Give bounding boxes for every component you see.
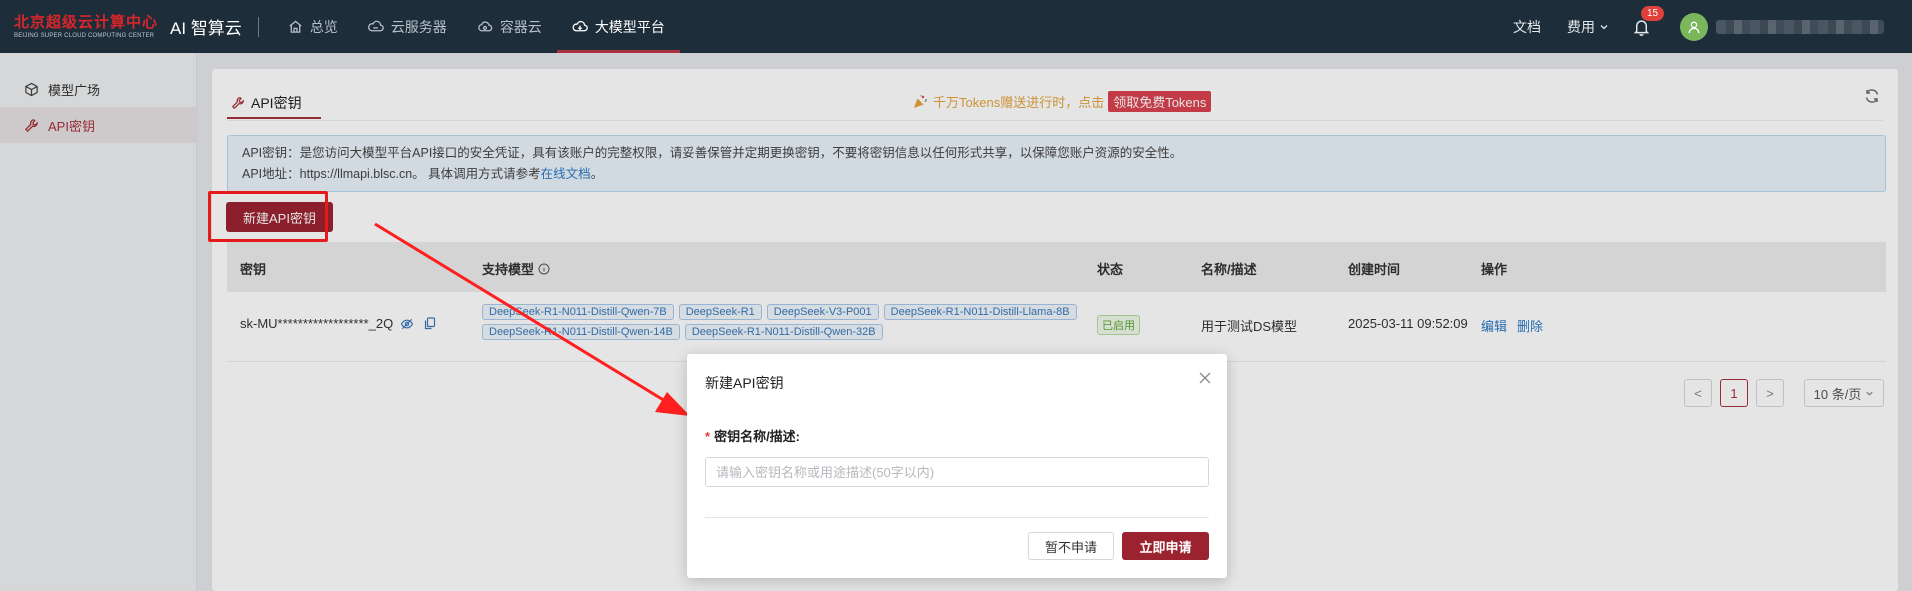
model-tag: DeepSeek-R1-N011-Distill-Qwen-14B [482,324,680,340]
nav-item-llm-platform[interactable]: 大模型平台 [556,0,680,53]
key-cell: sk-MU******************_2Q [240,316,436,331]
tab-api-keys[interactable]: API密钥 [227,89,321,119]
notice-api-address: API地址：https://llmapi.blsc.cn。 具体调用方式请参考 [242,167,541,181]
prev-page-button[interactable]: < [1684,379,1712,407]
nav-item-cloud-server[interactable]: 云服务器 [353,0,462,53]
table-row: sk-MU******************_2Q DeepSeek-R1-N… [227,292,1886,362]
sidebar-item-label: API密钥 [48,118,95,134]
api-key-masked: sk-MU******************_2Q [240,316,394,331]
pagination: < 1 > 10 条/页 [1684,379,1884,407]
cube-icon [25,82,38,96]
nav-item-label: 大模型平台 [594,18,665,35]
cloud-icon [478,21,493,32]
promo-banner: 千万Tokens赠送进行时，点击 领取免费Tokens [912,91,1212,112]
nav-item-label: 云服务器 [390,18,447,35]
key-description: 用于测试DS模型 [1201,319,1298,334]
notifications-button[interactable]: 15 [1633,5,1665,36]
dialog-title: 新建API密钥 [705,375,784,391]
notification-badge: 15 [1641,5,1665,21]
nav-item-label: 容器云 [499,18,542,35]
model-tag: DeepSeek-V3-P001 [766,304,879,320]
create-api-key-button[interactable]: 新建API密钥 [226,202,333,232]
table-header: 密钥 支持模型 状态 名称/描述 创建时间 操作 [227,242,1886,292]
column-header-models: 支持模型 [482,259,550,278]
key-name-input[interactable] [705,457,1209,487]
claim-free-tokens-button[interactable]: 领取免费Tokens [1108,91,1212,112]
row-actions: 编辑 删除 [1481,316,1543,335]
column-header-desc: 名称/描述 [1201,262,1257,277]
created-time: 2025-03-11 09:52:09 [1348,316,1468,331]
brand[interactable]: 北京超级云计算中心 BEIJING SUPER CLOUD COMPUTING … [14,14,242,39]
column-header-models-label: 支持模型 [482,262,535,277]
sidebar-item-model-square[interactable]: 模型广场 [0,71,196,107]
page-1-button[interactable]: 1 [1720,379,1748,407]
status-badge: 已启用 [1097,315,1140,335]
nav-item-overview[interactable]: 总览 [273,0,353,53]
apply-now-button[interactable]: 立即申请 [1122,532,1209,560]
key-name-label: * 密钥名称/描述: [705,426,800,445]
avatar[interactable] [1680,12,1708,41]
dialog-divider [705,517,1209,518]
model-tag: DeepSeek-R1-N011-Distill-Llama-8B [883,304,1077,320]
refresh-icon[interactable] [1864,88,1880,104]
delete-link[interactable]: 删除 [1517,316,1543,335]
copy-icon[interactable] [424,317,436,330]
wrench-icon [24,118,38,132]
docs-link[interactable]: 文档 [1513,17,1541,37]
cloud-model-icon [572,20,588,32]
column-header-key: 密钥 [240,262,267,277]
tab-divider [227,120,1883,121]
model-tag: DeepSeek-R1-N011-Distill-Qwen-7B [482,304,674,320]
eye-off-icon[interactable] [400,318,414,330]
column-header-ops: 操作 [1481,262,1508,277]
main-nav: 总览 云服务器 容器云 大模型平台 [273,0,680,53]
chevron-down-icon [1866,391,1873,396]
notice-line-1: API密钥：是您访问大模型平台API接口的安全凭证，具有该账户的完整权限，请妥善… [242,146,1183,160]
notice-suffix: 。 [590,167,604,181]
sidebar-item-label: 模型广场 [48,82,101,98]
column-header-created: 创建时间 [1348,262,1401,277]
info-circle-icon[interactable] [538,263,550,275]
page-size-select[interactable]: 10 条/页 [1804,379,1884,407]
brand-divider [257,16,259,37]
nav-item-label: 总览 [309,18,338,35]
online-docs-link[interactable]: 在线文档 [541,167,591,181]
logo-text-en: BEIJING SUPER CLOUD COMPUTING CENTER [14,32,155,39]
edit-link[interactable]: 编辑 [1481,316,1507,335]
app-title: AI 智算云 [170,19,242,38]
info-notice: API密钥：是您访问大模型平台API接口的安全凭证，具有该账户的完整权限，请妥善… [227,135,1886,192]
logo-text-cn: 北京超级云计算中心 [14,13,159,31]
notice-line-2: API地址：https://llmapi.blsc.cn。 具体调用方式请参考在… [242,164,1871,185]
create-api-key-dialog: 新建API密钥 *密钥名称/描述: 暂不申请 立即申请 [687,354,1227,578]
next-page-button[interactable]: > [1756,379,1784,407]
model-tag: DeepSeek-R1-N011-Distill-Qwen-32B [684,324,883,340]
topbar-actions: 文档 费用 15 [1513,0,1912,53]
user-icon [1688,21,1700,33]
server-icon [367,20,384,32]
column-header-status: 状态 [1097,262,1124,277]
sidebar-item-api-keys[interactable]: API密钥 [0,107,196,143]
billing-label: 费用 [1567,18,1595,35]
page-size-label: 10 条/页 [1813,386,1862,402]
required-asterisk: * [705,429,711,444]
cancel-button[interactable]: 暂不申请 [1028,532,1114,560]
model-tags: DeepSeek-R1-N011-Distill-Qwen-7B DeepSee… [482,304,1092,340]
company-logo: 北京超级云计算中心 BEIJING SUPER CLOUD COMPUTING … [14,15,158,39]
model-tag: DeepSeek-R1 [678,304,762,320]
promo-text: 千万Tokens赠送进行时，点击 [933,95,1105,110]
chevron-down-icon [1600,24,1608,29]
party-popper-icon [914,94,927,108]
top-navbar: 北京超级云计算中心 BEIJING SUPER CLOUD COMPUTING … [0,0,1912,53]
close-icon[interactable] [1199,372,1211,384]
key-name-label-text: 密钥名称/描述: [714,429,801,444]
home-icon [289,20,302,33]
billing-menu[interactable]: 费用 [1567,17,1609,37]
nav-item-container-cloud[interactable]: 容器云 [462,0,557,53]
wrench-icon [231,97,244,110]
sidebar: 模型广场 API密钥 [0,53,197,591]
username-redacted[interactable] [1716,19,1884,34]
tab-label: API密钥 [251,95,302,111]
